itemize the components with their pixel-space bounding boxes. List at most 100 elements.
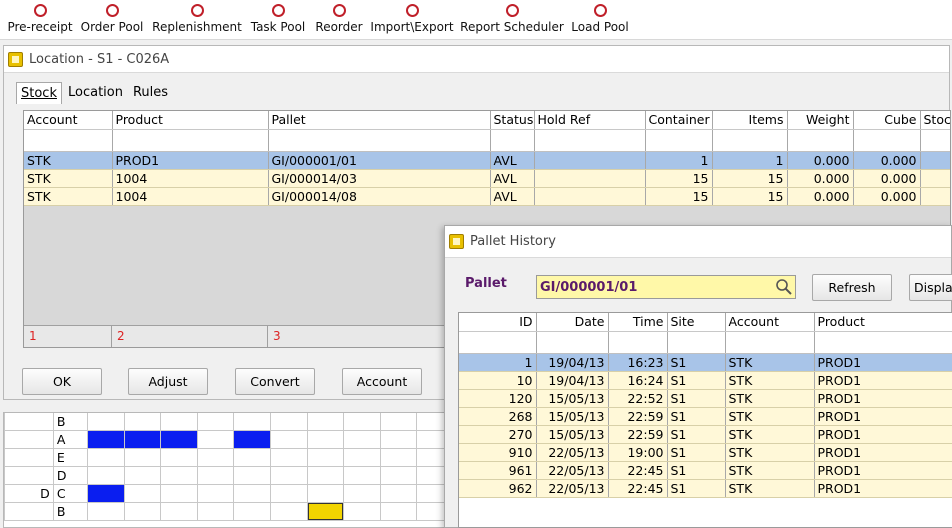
col-account[interactable]: Account (725, 313, 815, 332)
toolbar-item-load-pool[interactable]: Load Pool (569, 2, 631, 38)
filter-cell[interactable] (534, 129, 646, 152)
map-cell[interactable] (270, 466, 308, 485)
map-cell-occupied[interactable] (86, 484, 125, 503)
col-stock[interactable]: Stoc (920, 111, 950, 130)
map-cell[interactable] (123, 413, 162, 431)
col-items[interactable]: Items (712, 111, 788, 130)
tab-rules[interactable]: Rules (129, 82, 172, 104)
map-cell-occupied[interactable] (86, 430, 125, 449)
col-pallet[interactable]: Pallet (268, 111, 491, 130)
col-cube[interactable]: Cube (853, 111, 921, 130)
filter-cell[interactable] (712, 129, 788, 152)
search-icon[interactable] (775, 278, 793, 296)
refresh-button[interactable]: Refresh (812, 274, 892, 301)
col-status[interactable]: Status (490, 111, 535, 130)
map-cell[interactable] (233, 502, 272, 521)
pallet-history-titlebar[interactable]: Pallet History (445, 226, 951, 258)
map-cell[interactable] (196, 502, 235, 521)
map-cell[interactable] (86, 413, 125, 431)
display-button[interactable]: Displa (909, 274, 952, 301)
map-cell[interactable] (306, 466, 345, 485)
col-time[interactable]: Time (608, 313, 668, 332)
col-hold-ref[interactable]: Hold Ref (534, 111, 646, 130)
col-product[interactable]: Product (112, 111, 269, 130)
map-cell[interactable] (379, 466, 418, 485)
filter-cell[interactable] (112, 129, 269, 152)
map-cell[interactable] (233, 484, 272, 503)
table-row[interactable]: 961 22/05/13 22:45 S1 STK PROD1 (459, 461, 952, 480)
tab-location[interactable]: Location (64, 82, 127, 104)
filter-cell[interactable] (853, 129, 921, 152)
map-cell[interactable] (343, 502, 381, 521)
map-cell[interactable] (270, 413, 308, 431)
filter-cell[interactable] (536, 331, 609, 354)
map-cell[interactable] (123, 466, 162, 485)
table-row[interactable]: 910 22/05/13 19:00 S1 STK PROD1 (459, 443, 952, 462)
col-site[interactable]: Site (667, 313, 726, 332)
table-row[interactable]: 10 19/04/13 16:24 S1 STK PROD1 (459, 371, 952, 390)
col-date[interactable]: Date (536, 313, 609, 332)
map-cell[interactable] (160, 448, 198, 467)
map-cell[interactable] (160, 484, 198, 503)
map-cell[interactable] (270, 502, 308, 521)
filter-cell[interactable] (787, 129, 854, 152)
map-cell-occupied[interactable] (160, 430, 198, 449)
account-button[interactable]: Account (342, 368, 422, 395)
toolbar-item-pre-receipt[interactable]: Pre-receipt (6, 2, 74, 38)
col-product[interactable]: Product (814, 313, 952, 332)
table-row[interactable]: 120 15/05/13 22:52 S1 STK PROD1 (459, 389, 952, 408)
table-row[interactable]: 270 15/05/13 22:59 S1 STK PROD1 (459, 425, 952, 444)
toolbar-item-task-pool[interactable]: Task Pool (248, 2, 308, 38)
tab-stock[interactable]: Stock (16, 82, 62, 104)
filter-cell[interactable] (725, 331, 815, 354)
convert-button[interactable]: Convert (235, 368, 315, 395)
map-cell[interactable] (343, 430, 381, 449)
map-cell[interactable] (196, 413, 235, 431)
filter-cell[interactable] (608, 331, 668, 354)
map-cell[interactable] (306, 484, 345, 503)
filter-cell[interactable] (814, 331, 952, 354)
filter-cell[interactable] (459, 331, 537, 354)
map-cell[interactable] (196, 484, 235, 503)
map-cell[interactable] (270, 448, 308, 467)
toolbar-item-replenishment[interactable]: Replenishment (151, 2, 243, 38)
toolbar-item-order-pool[interactable]: Order Pool (78, 2, 146, 38)
map-cell[interactable] (379, 448, 418, 467)
col-container[interactable]: Container (645, 111, 713, 130)
map-cell-partial[interactable] (306, 502, 345, 521)
map-cell[interactable] (160, 413, 198, 431)
col-id[interactable]: ID (459, 313, 537, 332)
table-row[interactable]: STK PROD1 GI/000001/01 AVL 1 1 0.000 0.0… (24, 151, 950, 170)
col-account[interactable]: Account (24, 111, 113, 130)
map-cell[interactable] (123, 484, 162, 503)
map-cell[interactable] (86, 448, 125, 467)
map-cell[interactable] (233, 413, 272, 431)
map-cell[interactable] (123, 448, 162, 467)
toolbar-item-report-scheduler[interactable]: Report Scheduler (460, 2, 564, 38)
table-row[interactable]: 962 22/05/13 22:45 S1 STK PROD1 (459, 479, 952, 498)
map-cell[interactable] (343, 466, 381, 485)
map-cell[interactable] (86, 466, 125, 485)
map-cell[interactable] (306, 448, 345, 467)
col-weight[interactable]: Weight (787, 111, 854, 130)
map-cell[interactable] (379, 502, 418, 521)
map-cell[interactable] (160, 502, 198, 521)
map-cell[interactable] (343, 484, 381, 503)
map-cell[interactable] (306, 413, 345, 431)
map-cell[interactable] (233, 448, 272, 467)
toolbar-item-import-export[interactable]: Import\Export (369, 2, 455, 38)
table-row[interactable]: STK 1004 GI/000014/03 AVL 15 15 0.000 0.… (24, 169, 950, 188)
map-cell-occupied[interactable] (233, 430, 272, 449)
filter-cell[interactable] (24, 129, 113, 152)
adjust-button[interactable]: Adjust (128, 368, 208, 395)
map-cell[interactable] (233, 466, 272, 485)
map-cell[interactable] (196, 448, 235, 467)
map-cell[interactable] (306, 430, 345, 449)
map-cell[interactable] (86, 502, 125, 521)
map-cell[interactable] (379, 430, 418, 449)
filter-cell[interactable] (645, 129, 713, 152)
map-cell[interactable] (123, 502, 162, 521)
location-window-titlebar[interactable]: Location - S1 - C026A (4, 46, 949, 73)
map-cell[interactable] (270, 430, 308, 449)
map-cell-occupied[interactable] (123, 430, 162, 449)
